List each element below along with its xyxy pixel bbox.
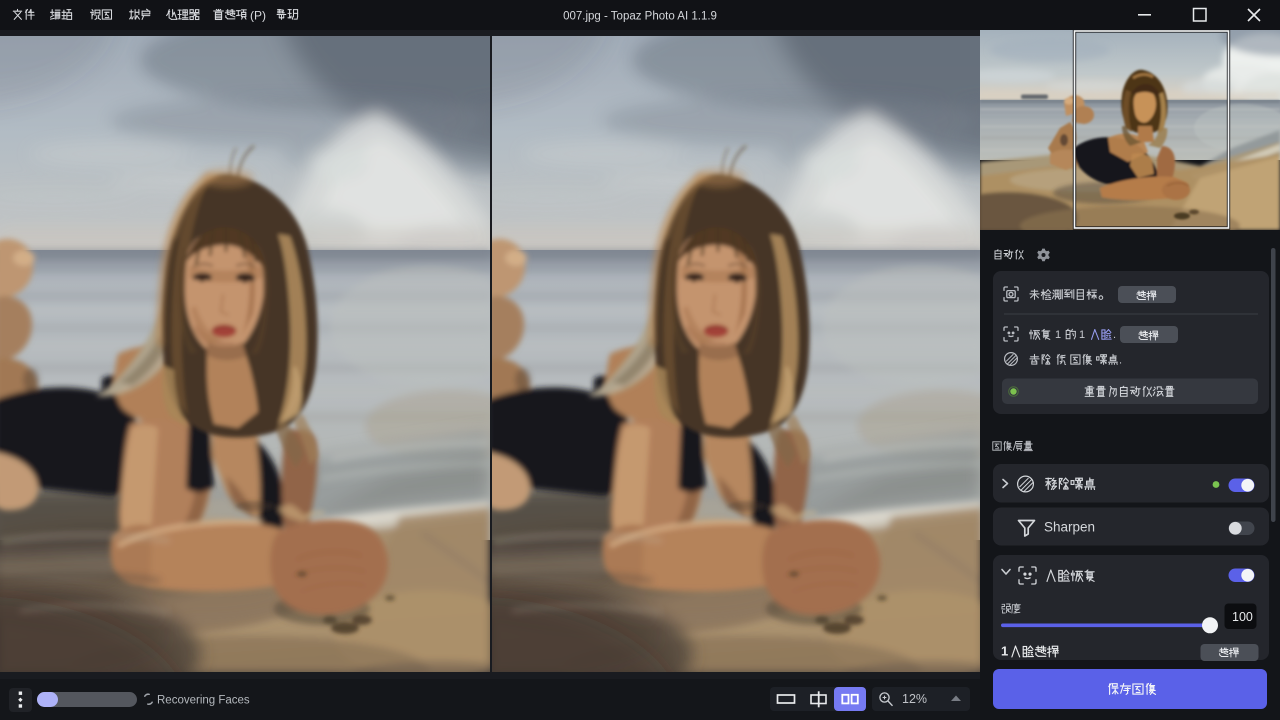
svg-text:Recovering Faces: Recovering Faces xyxy=(157,695,250,707)
svg-text:100: 100 xyxy=(1232,610,1253,624)
svg-text:1: 1 xyxy=(1079,329,1085,341)
svg-text:1: 1 xyxy=(1001,644,1008,659)
svg-text:.: . xyxy=(1113,329,1116,341)
svg-text:Sharpen: Sharpen xyxy=(1044,520,1095,535)
svg-text:12%: 12% xyxy=(902,692,927,706)
svg-text:007.jpg - Topaz Photo AI 1.1.9: 007.jpg - Topaz Photo AI 1.1.9 xyxy=(563,10,717,22)
svg-text:1: 1 xyxy=(1055,329,1061,341)
svg-text:(P): (P) xyxy=(250,8,266,22)
svg-text:.: . xyxy=(1119,354,1122,366)
